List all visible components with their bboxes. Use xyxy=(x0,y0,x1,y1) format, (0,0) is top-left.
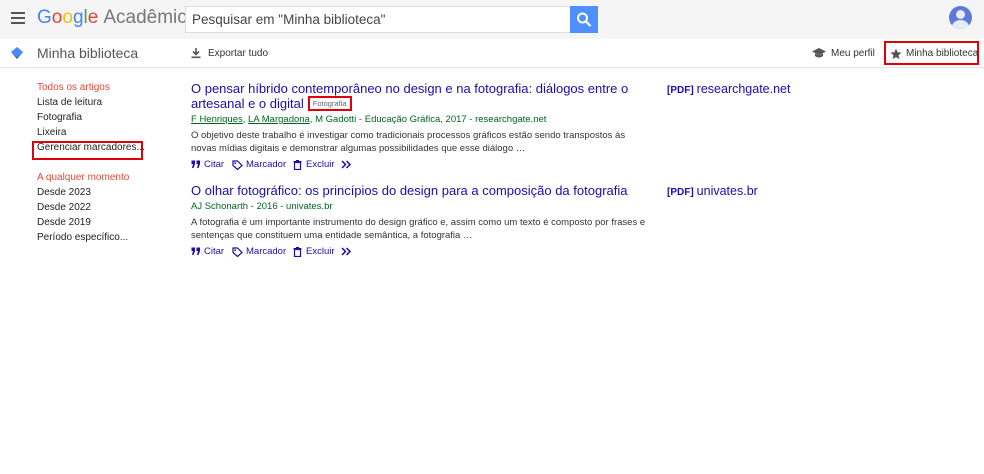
pdf-tag: [PDF] xyxy=(667,187,694,198)
cite-label: Citar xyxy=(204,246,225,257)
sidebar-item-trash[interactable]: Lixeira xyxy=(37,127,66,138)
time-filter-since-2022[interactable]: Desde 2022 xyxy=(37,202,91,213)
sidebar-item-all-articles[interactable]: Todos os artigos xyxy=(37,82,110,93)
pdf-source: univates.br xyxy=(696,184,758,198)
google-academico-logo[interactable]: Google Acadêmico xyxy=(37,7,197,29)
label-label: Marcador xyxy=(246,246,287,257)
tag-icon xyxy=(232,160,243,170)
my-profile-label: Meu perfil xyxy=(831,48,875,59)
result-snippet: A fotografia é um importante instrumento… xyxy=(191,217,646,241)
export-all-label: Exportar tudo xyxy=(208,48,269,59)
download-icon xyxy=(191,48,201,59)
result-meta: AJ Schonarth - 2016 - univates.br xyxy=(191,201,333,212)
magnifier-icon xyxy=(577,12,592,27)
my-library-button[interactable]: Minha biblioteca xyxy=(884,41,979,65)
quote-icon xyxy=(191,247,200,255)
sidebar-item-fotografia[interactable]: Fotografia xyxy=(37,112,82,123)
search-result: O olhar fotográfico: os princípios do de… xyxy=(191,183,651,259)
highlight-box-manage-labels xyxy=(32,141,143,160)
user-avatar-icon[interactable] xyxy=(949,6,972,29)
delete-label: Excluir xyxy=(306,159,335,170)
result-author-link[interactable]: F Henriques xyxy=(191,114,243,125)
graduation-cap-icon xyxy=(812,48,826,58)
logo-letter: e xyxy=(87,7,99,28)
result-title-link[interactable]: O olhar fotográfico: os princípios do de… xyxy=(191,183,651,198)
result-title-link[interactable]: O pensar híbrido contemporâneo no design… xyxy=(191,81,651,111)
pdf-tag: [PDF] xyxy=(667,85,694,96)
result-source: - Educação Gráfica, 2017 - researchgate.… xyxy=(356,114,547,125)
time-filter-since-2019[interactable]: Desde 2019 xyxy=(37,217,91,228)
hamburger-menu-icon[interactable] xyxy=(11,12,25,24)
avatar-head xyxy=(956,10,965,19)
trash-icon xyxy=(293,247,302,257)
library-toolbar: Minha biblioteca Exportar tudo Meu perfi… xyxy=(0,39,984,68)
cite-label: Citar xyxy=(204,159,225,170)
logo-letter: g xyxy=(72,7,84,28)
result-author: M Gadotti xyxy=(315,114,357,125)
search-input[interactable] xyxy=(185,6,570,33)
time-filter-since-2023[interactable]: Desde 2023 xyxy=(37,187,91,198)
result-label-tag[interactable]: Fotografia xyxy=(307,96,352,111)
label-label: Marcador xyxy=(246,159,287,170)
library-diamond-icon xyxy=(11,47,23,59)
double-chevron-right-icon xyxy=(341,160,352,169)
result-title-text: O pensar híbrido contemporâneo no design… xyxy=(191,81,629,111)
logo-letter: G xyxy=(37,7,52,28)
result-author-link[interactable]: LA Margadona xyxy=(248,114,310,125)
trash-icon xyxy=(293,160,302,170)
star-icon xyxy=(890,48,902,60)
pdf-source: researchgate.net xyxy=(696,82,791,96)
avatar-body xyxy=(952,20,969,29)
result-meta: F Henriques, LA Margadona, M Gadotti - E… xyxy=(191,114,547,125)
search-result: O pensar híbrido contemporâneo no design… xyxy=(191,81,651,172)
tag-icon xyxy=(232,247,243,257)
logo-letter: o xyxy=(62,7,73,28)
quote-icon xyxy=(191,160,200,168)
logo-product-name: Acadêmico xyxy=(103,7,198,28)
pdf-link[interactable]: [PDF] researchgate.net xyxy=(667,82,790,96)
my-library-label: Minha biblioteca xyxy=(906,48,979,59)
page-title: Minha biblioteca xyxy=(37,45,139,61)
logo-letter: o xyxy=(51,7,63,28)
sidebar-item-reading-list[interactable]: Lista de leitura xyxy=(37,97,102,108)
double-chevron-right-icon xyxy=(341,247,352,256)
delete-label: Excluir xyxy=(306,246,335,257)
time-filter-heading[interactable]: A qualquer momento xyxy=(37,172,129,183)
result-actions: Citar Marcador Excluir xyxy=(191,158,651,172)
search-button[interactable] xyxy=(570,6,598,33)
time-filter-custom-range[interactable]: Período específico... xyxy=(37,232,128,243)
result-snippet: O objetivo deste trabalho é investigar c… xyxy=(191,130,626,154)
top-bar: Google Acadêmico xyxy=(0,0,984,39)
pdf-link[interactable]: [PDF] univates.br xyxy=(667,184,758,198)
result-actions: Citar Marcador Excluir xyxy=(191,245,651,259)
